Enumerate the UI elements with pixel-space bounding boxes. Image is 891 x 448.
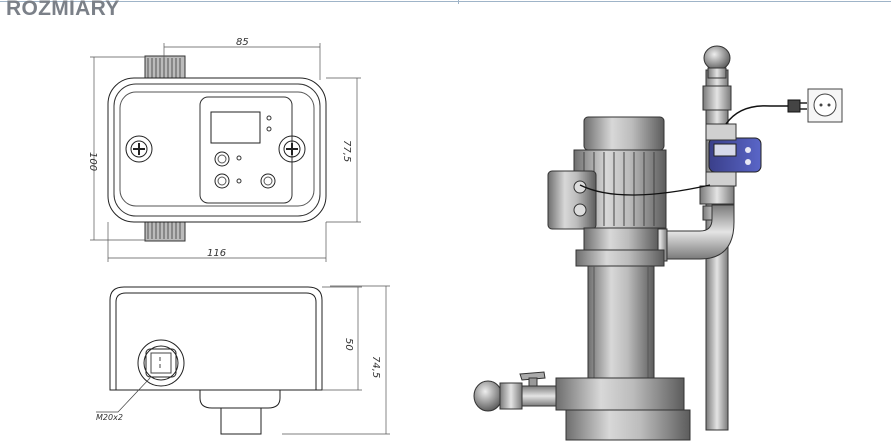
pump-motor	[547, 116, 667, 230]
front-view	[107, 55, 327, 242]
dim-right-height: 77,5	[341, 140, 352, 162]
technical-drawing: 85 100 77,5 116 50 74,5 M20x2	[87, 37, 843, 441]
inlet-valve	[473, 371, 557, 412]
plug-icon	[787, 99, 807, 113]
power-cord	[725, 105, 790, 125]
dim-side-outer: 74,5	[370, 356, 381, 378]
top-fitting	[703, 45, 731, 71]
side-view	[96, 286, 323, 435]
pressure-controller	[705, 123, 762, 187]
dim-top-width: 85	[236, 37, 249, 48]
pump-column	[587, 265, 655, 381]
wall-socket-icon	[807, 88, 843, 123]
dim-bottom-width: 116	[207, 248, 226, 259]
dim-left-height: 100	[87, 152, 98, 171]
dim-side-inner: 50	[343, 338, 354, 351]
pump-illustration	[473, 45, 843, 441]
dim-thread: M20x2	[96, 413, 123, 422]
